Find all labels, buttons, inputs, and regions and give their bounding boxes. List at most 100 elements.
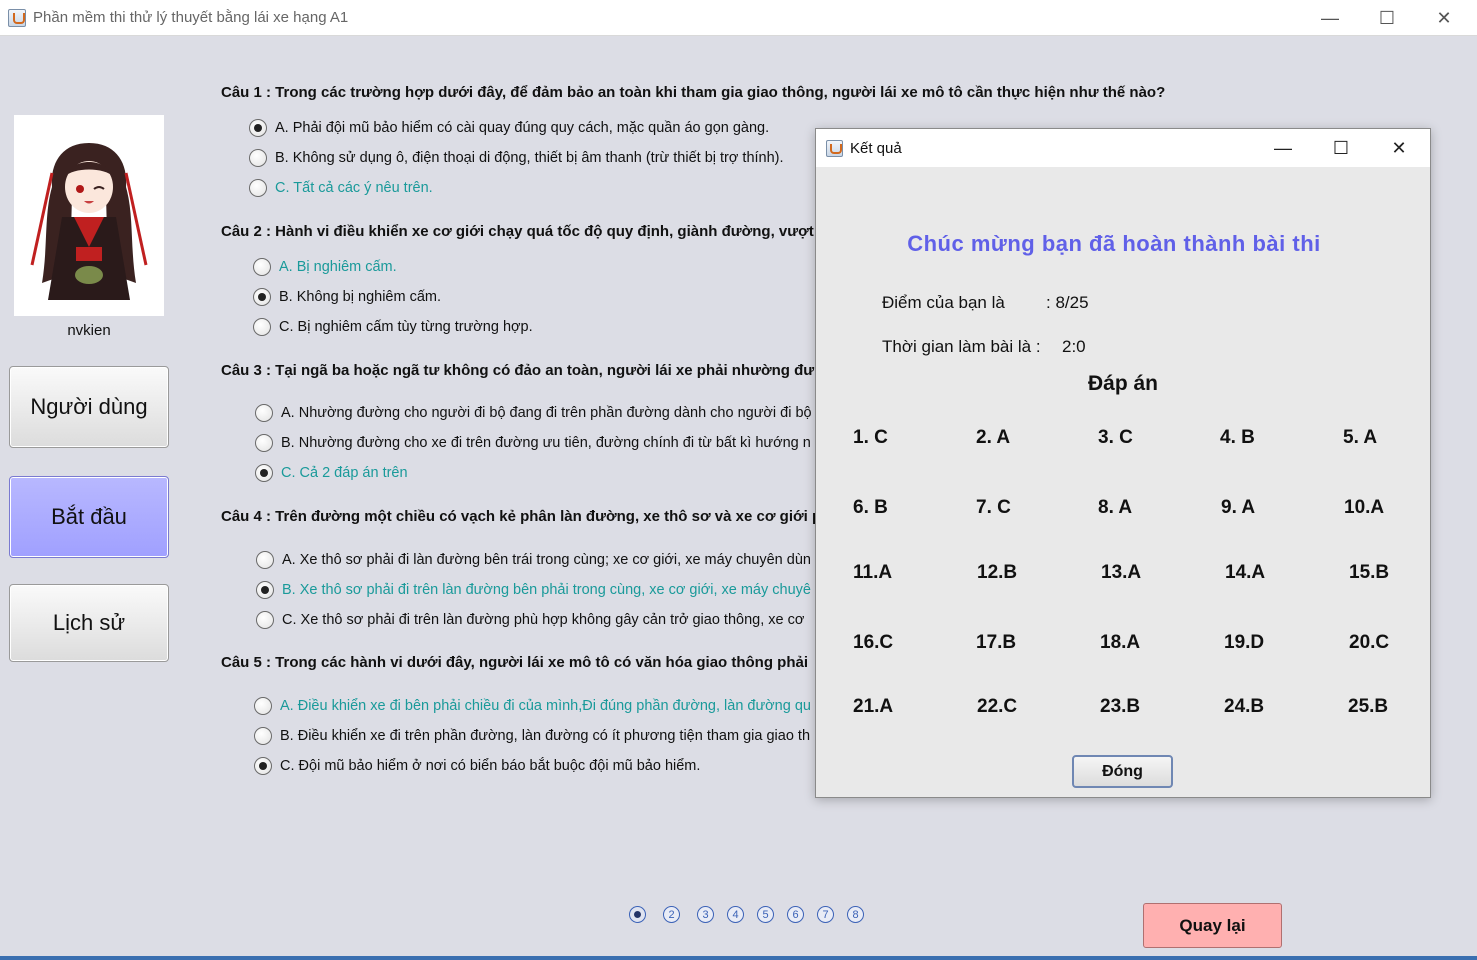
page-button-2[interactable]: 2 bbox=[663, 906, 680, 923]
option-3a[interactable]: A. Nhường đường cho người đi bộ đang đi … bbox=[255, 404, 812, 422]
page-button-6[interactable]: 6 bbox=[787, 906, 804, 923]
answer-16: 16.C bbox=[853, 632, 894, 653]
answer-10: 10.A bbox=[1344, 497, 1385, 518]
question-5: Câu 5 : Trong các hành vi dưới đây, ngườ… bbox=[221, 654, 809, 671]
maximize-icon[interactable]: ☐ bbox=[1364, 4, 1410, 32]
page-button-1[interactable] bbox=[629, 906, 646, 923]
result-dialog: Kết quả — ☐ ✕ Chúc mừng bạn đã hoàn thàn… bbox=[815, 128, 1431, 798]
answer-9: 9. A bbox=[1221, 497, 1256, 518]
title-bar: Phần mềm thi thử lý thuyết bằng lái xe h… bbox=[0, 0, 1477, 36]
option-1b[interactable]: B. Không sử dụng ô, điện thoại di động, … bbox=[249, 149, 784, 167]
question-4: Câu 4 : Trên đường một chiều có vạch kẻ … bbox=[221, 508, 822, 525]
option-label: C. Cả 2 đáp án trên bbox=[281, 465, 408, 481]
radio[interactable] bbox=[254, 697, 272, 715]
close-icon[interactable]: ✕ bbox=[1376, 135, 1422, 161]
option-3b[interactable]: B. Nhường đường cho xe đi trên đường ưu … bbox=[255, 434, 811, 452]
option-label: A. Phải đội mũ bảo hiểm có cài quay đúng… bbox=[275, 120, 770, 136]
back-button[interactable]: Quay lại bbox=[1143, 903, 1282, 948]
radio-selected[interactable] bbox=[255, 464, 273, 482]
user-button[interactable]: Người dùng bbox=[9, 366, 169, 448]
option-1c[interactable]: C. Tất cả các ý nêu trên. bbox=[249, 179, 433, 197]
answer-14: 14.A bbox=[1225, 562, 1266, 583]
option-label: A. Điều khiển xe đi bên phải chiều đi củ… bbox=[280, 698, 811, 714]
page-button-5[interactable]: 5 bbox=[757, 906, 774, 923]
answer-25: 25.B bbox=[1348, 696, 1389, 717]
page-button-7[interactable]: 7 bbox=[817, 906, 834, 923]
option-1a[interactable]: A. Phải đội mũ bảo hiểm có cài quay đúng… bbox=[249, 119, 769, 137]
answer-5: 5. A bbox=[1343, 427, 1378, 448]
option-label: A. Bị nghiêm cấm. bbox=[279, 259, 397, 275]
option-5c[interactable]: C. Đội mũ bảo hiểm ở nơi có biển báo bắt… bbox=[254, 757, 700, 775]
time-row: Thời gian làm bài là : 2:0 bbox=[882, 337, 1086, 357]
maximize-icon[interactable]: ☐ bbox=[1318, 135, 1364, 161]
radio[interactable] bbox=[256, 611, 274, 629]
radio[interactable] bbox=[254, 727, 272, 745]
java-app-icon bbox=[8, 9, 26, 27]
score-value: : 8/25 bbox=[1046, 293, 1089, 312]
radio[interactable] bbox=[253, 258, 271, 276]
answer-22: 22.C bbox=[977, 696, 1018, 717]
page-button-8[interactable]: 8 bbox=[847, 906, 864, 923]
radio[interactable] bbox=[253, 318, 271, 336]
answer-12: 12.B bbox=[977, 562, 1018, 583]
radio-selected[interactable] bbox=[254, 757, 272, 775]
radio[interactable] bbox=[256, 551, 274, 569]
option-2b[interactable]: B. Không bị nghiêm cấm. bbox=[253, 288, 441, 306]
window-title: Phần mềm thi thử lý thuyết bằng lái xe h… bbox=[33, 9, 349, 26]
answer-8: 8. A bbox=[1098, 497, 1133, 518]
option-5b[interactable]: B. Điều khiển xe đi trên phần đường, làn… bbox=[254, 727, 810, 745]
minimize-icon[interactable]: — bbox=[1307, 4, 1353, 32]
answer-11: 11.A bbox=[853, 562, 893, 583]
dialog-title: Kết quả bbox=[850, 140, 902, 157]
option-4b[interactable]: B. Xe thô sơ phải đi trên làn đường bên … bbox=[256, 581, 811, 599]
radio[interactable] bbox=[255, 434, 273, 452]
radio-selected[interactable] bbox=[253, 288, 271, 306]
option-label: B. Không bị nghiêm cấm. bbox=[279, 289, 442, 305]
question-2: Câu 2 : Hành vi điều khiển xe cơ giới ch… bbox=[221, 223, 814, 240]
answer-17: 17.B bbox=[976, 632, 1017, 653]
score-row: Điểm của bạn là : 8/25 bbox=[882, 293, 1089, 313]
answer-7: 7. C bbox=[976, 497, 1011, 518]
answer-18: 18.A bbox=[1100, 632, 1141, 653]
radio-selected[interactable] bbox=[256, 581, 274, 599]
answer-2: 2. A bbox=[976, 427, 1011, 448]
radio[interactable] bbox=[249, 179, 267, 197]
option-label: C. Tất cả các ý nêu trên. bbox=[275, 180, 433, 196]
option-4a[interactable]: A. Xe thô sơ phải đi làn đường bên trái … bbox=[256, 551, 811, 569]
page-button-3[interactable]: 3 bbox=[697, 906, 714, 923]
option-2a[interactable]: A. Bị nghiêm cấm. bbox=[253, 258, 397, 276]
option-4c[interactable]: C. Xe thô sơ phải đi trên làn đường phù … bbox=[256, 611, 804, 629]
question-3: Câu 3 : Tại ngã ba hoặc ngã tư không có … bbox=[221, 362, 815, 379]
radio[interactable] bbox=[255, 404, 273, 422]
option-label: A. Nhường đường cho người đi bộ đang đi … bbox=[281, 405, 812, 421]
history-button[interactable]: Lịch sử bbox=[9, 584, 169, 662]
answers-title: Đáp án bbox=[1087, 372, 1158, 395]
option-2c[interactable]: C. Bị nghiêm cấm tùy từng trường hợp. bbox=[253, 318, 533, 336]
answer-19: 19.D bbox=[1224, 632, 1265, 653]
congrats-message: Chúc mừng bạn đã hoàn thành bài thi bbox=[907, 231, 1321, 256]
answer-3: 3. C bbox=[1098, 427, 1133, 448]
answer-20: 20.C bbox=[1349, 632, 1390, 653]
radio-selected[interactable] bbox=[249, 119, 267, 137]
answer-1: 1. C bbox=[853, 427, 888, 448]
score-label: Điểm của bạn là bbox=[882, 293, 1005, 312]
option-3c[interactable]: C. Cả 2 đáp án trên bbox=[255, 464, 408, 482]
option-label: B. Điều khiển xe đi trên phần đường, làn… bbox=[280, 728, 811, 744]
time-value: 2:0 bbox=[1062, 337, 1086, 356]
option-label: A. Xe thô sơ phải đi làn đường bên trái … bbox=[282, 552, 811, 568]
start-button[interactable]: Bắt đầu bbox=[9, 476, 169, 558]
radio[interactable] bbox=[249, 149, 267, 167]
answer-4: 4. B bbox=[1220, 427, 1255, 448]
option-5a[interactable]: A. Điều khiển xe đi bên phải chiều đi củ… bbox=[254, 697, 811, 715]
option-label: C. Xe thô sơ phải đi trên làn đường phù … bbox=[282, 612, 805, 628]
minimize-icon[interactable]: — bbox=[1260, 135, 1306, 161]
option-label: C. Đội mũ bảo hiểm ở nơi có biển báo bắt… bbox=[280, 758, 701, 774]
page-button-4[interactable]: 4 bbox=[727, 906, 744, 923]
answer-6: 6. B bbox=[853, 497, 888, 518]
answer-13: 13.A bbox=[1101, 562, 1142, 583]
window-bottom-border bbox=[0, 956, 1477, 960]
option-label: B. Không sử dụng ô, điện thoại di động, … bbox=[275, 150, 784, 166]
close-dialog-button[interactable]: Đóng bbox=[1072, 755, 1173, 788]
close-icon[interactable]: ✕ bbox=[1421, 4, 1467, 32]
dialog-title-bar: Kết quả — ☐ ✕ bbox=[816, 129, 1430, 167]
